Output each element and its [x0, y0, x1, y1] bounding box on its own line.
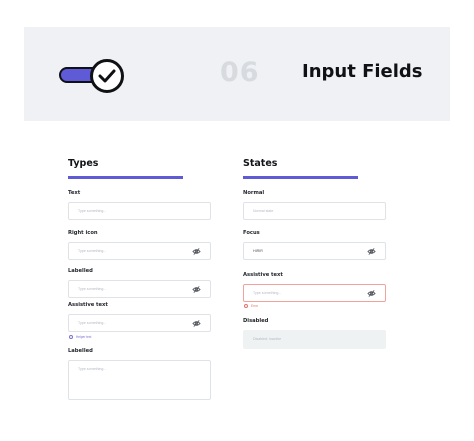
field-label-disabled: Disabled: [243, 318, 269, 324]
helper-text: Helper text: [69, 335, 91, 339]
field-label-focus: Focus: [243, 230, 260, 236]
right-icon-input[interactable]: Type something...: [68, 242, 211, 260]
labelled-input[interactable]: Type something...: [68, 280, 211, 298]
placeholder: Type something...: [78, 209, 107, 213]
text-input[interactable]: Type something...: [68, 202, 211, 220]
field-label-normal: Normal: [243, 190, 265, 196]
eye-off-icon[interactable]: [367, 289, 376, 298]
toggle-switch-check-icon: [57, 59, 125, 93]
placeholder: Disabled: inactive: [253, 337, 282, 341]
error-text-label: Error: [251, 304, 259, 308]
hero-banner: 06 Input Fields: [24, 27, 450, 121]
helper-text-label: Helper text: [76, 335, 92, 339]
eye-off-icon[interactable]: [192, 247, 201, 256]
placeholder: Type something...: [78, 249, 107, 253]
field-label-assistive: Assistive text: [68, 302, 108, 308]
placeholder: Type something...: [253, 291, 282, 295]
placeholder: Normal state: [253, 209, 274, 213]
states-underline: [243, 176, 358, 179]
check-icon: [98, 69, 116, 83]
field-label-assistive-error: Assistive text: [243, 272, 283, 278]
field-label-labelled: Labelled: [68, 268, 93, 274]
placeholder: Type something...: [78, 321, 107, 325]
error-input[interactable]: Type something...: [243, 284, 386, 302]
types-title: Types: [68, 158, 99, 169]
field-label-labelled-area: Labelled: [68, 348, 93, 354]
field-label-text: Text: [68, 190, 81, 196]
focus-input[interactable]: HIRIR: [243, 242, 386, 260]
textarea-input[interactable]: Type something...: [68, 360, 211, 400]
input-value: HIRIR: [253, 249, 263, 253]
assistive-input[interactable]: Type something...: [68, 314, 211, 332]
types-underline: [68, 176, 183, 179]
eye-off-icon[interactable]: [192, 285, 201, 294]
field-label-right-icon: Right icon: [68, 230, 98, 236]
disabled-input: Disabled: inactive: [243, 330, 386, 349]
error-text: Error: [244, 304, 258, 308]
eye-off-icon[interactable]: [192, 319, 201, 328]
eye-off-icon[interactable]: [367, 247, 376, 256]
section-number: 06: [220, 57, 260, 88]
normal-input[interactable]: Normal state: [243, 202, 386, 220]
page-title: Input Fields: [302, 61, 423, 82]
toggle-knob: [90, 59, 124, 93]
states-title: States: [243, 158, 278, 169]
error-icon: [244, 304, 248, 308]
placeholder: Type something...: [78, 367, 107, 371]
placeholder: Type something...: [78, 287, 107, 291]
info-icon: [69, 335, 73, 339]
